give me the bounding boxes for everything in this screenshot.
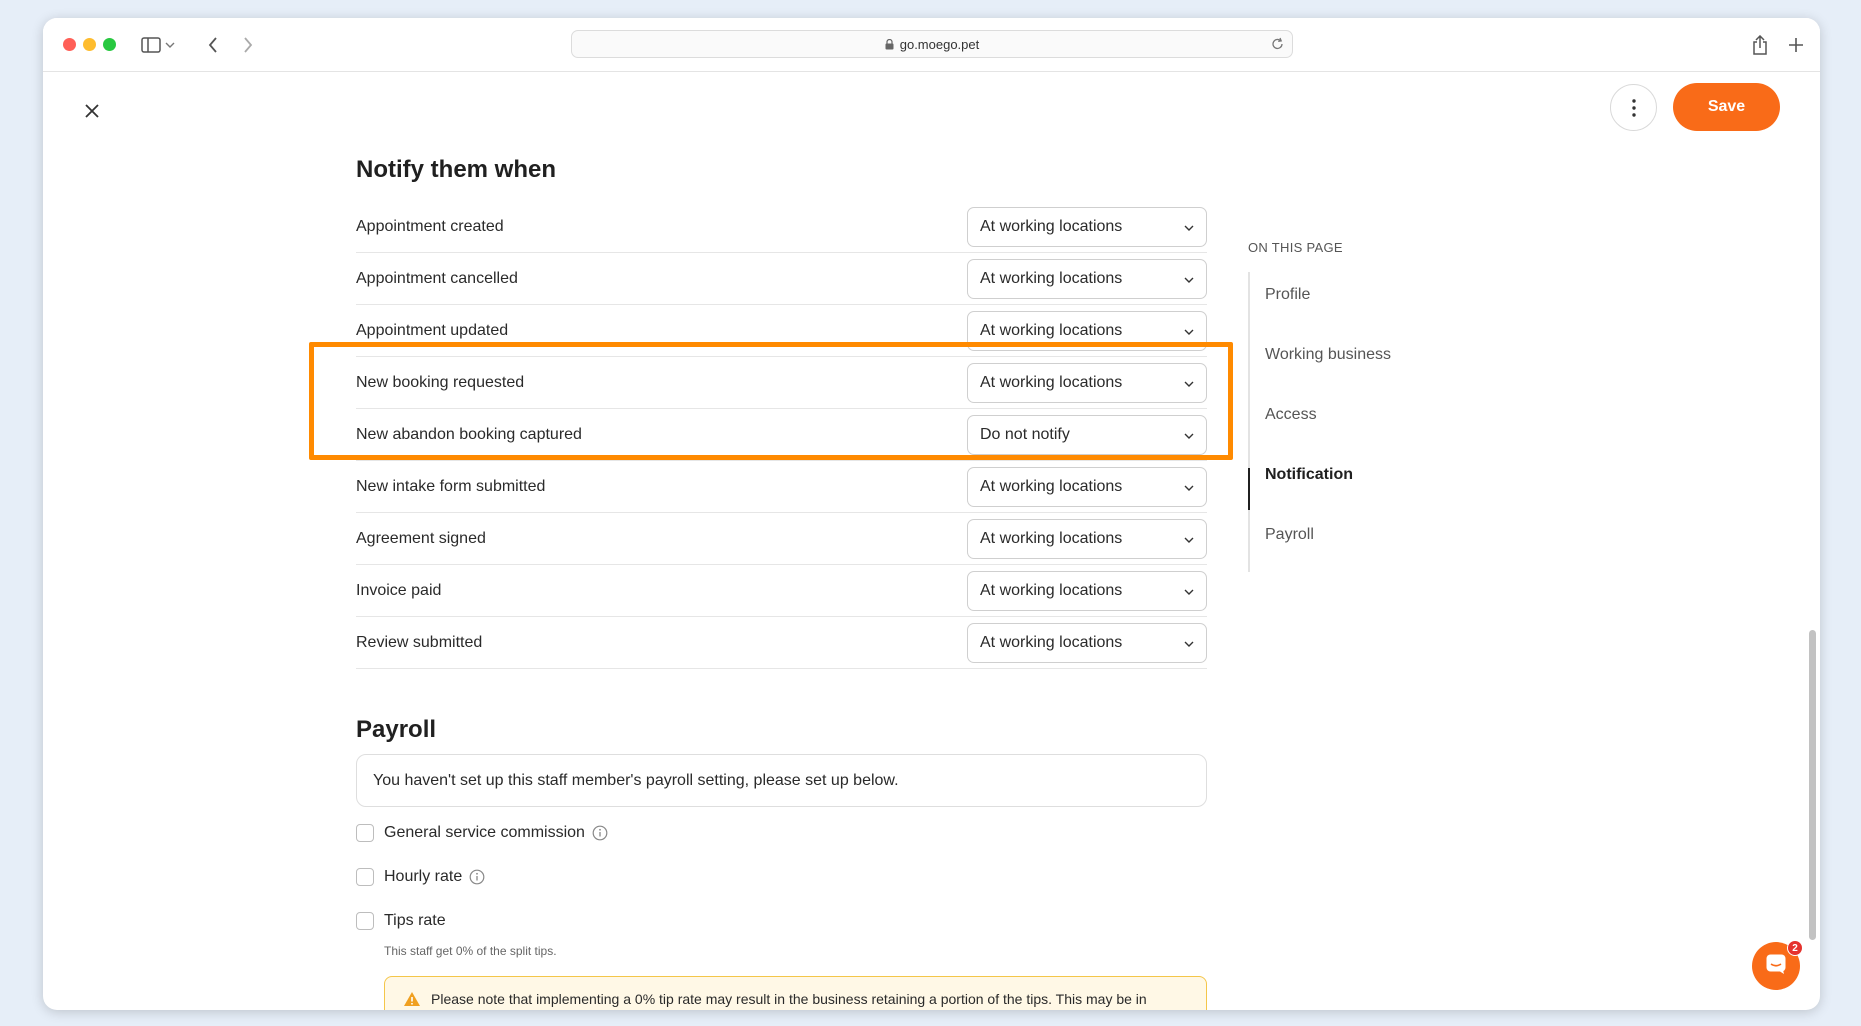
notify-select-value: At working locations	[980, 270, 1123, 287]
toc-track	[1248, 272, 1250, 572]
toc-item-access[interactable]: Access	[1265, 406, 1317, 424]
notify-row-label: Invoice paid	[356, 581, 442, 599]
notify-row-label: New booking requested	[356, 373, 525, 391]
notify-select-value: Do not notify	[980, 426, 1070, 443]
notify-select[interactable]: At working locations	[967, 623, 1207, 663]
scrollbar[interactable]	[1809, 630, 1816, 940]
hourly-rate-checkbox[interactable]	[356, 868, 374, 886]
toc-item-payroll[interactable]: Payroll	[1265, 526, 1314, 544]
save-button[interactable]: Save	[1673, 83, 1780, 131]
notify-select[interactable]: At working locations	[967, 467, 1207, 507]
notify-select[interactable]: At working locations	[967, 571, 1207, 611]
chevron-down-icon	[1184, 270, 1194, 288]
notify-row-review-submitted: Review submitted At working locations	[356, 617, 1207, 669]
notify-select-value: At working locations	[980, 374, 1123, 391]
forward-icon[interactable]	[236, 33, 260, 57]
address-bar[interactable]: go.moego.pet	[571, 30, 1293, 58]
more-options-button[interactable]	[1610, 84, 1657, 131]
chevron-down-icon[interactable]	[163, 33, 177, 57]
browser-toolbar: go.moego.pet	[43, 18, 1820, 72]
lock-icon	[885, 38, 894, 50]
check-label: General service commission	[384, 824, 585, 841]
warning-text: Please note that implementing a 0% tip r…	[431, 991, 1147, 1007]
notify-row-label: Appointment cancelled	[356, 269, 518, 287]
browser-window: go.moego.pet Save Notify them when Appoi…	[43, 18, 1820, 1010]
notify-select[interactable]: At working locations	[967, 519, 1207, 559]
hourly-rate-option[interactable]: Hourly rate	[356, 868, 485, 886]
zoom-window-icon[interactable]	[103, 38, 116, 51]
minimize-window-icon[interactable]	[83, 38, 96, 51]
toc-item-notification[interactable]: Notification	[1265, 466, 1353, 484]
notify-row-label: New abandon booking captured	[356, 425, 582, 443]
chevron-down-icon	[1184, 582, 1194, 600]
notify-row-label: Appointment updated	[356, 321, 509, 339]
check-label: Hourly rate	[384, 868, 463, 885]
notify-select-value: At working locations	[980, 478, 1123, 495]
reload-icon[interactable]	[1271, 37, 1284, 51]
chevron-down-icon	[1184, 634, 1194, 652]
notify-select-value: At working locations	[980, 530, 1123, 547]
sidebar-toggle-icon[interactable]	[139, 33, 163, 57]
notify-row-new-intake-form: New intake form submitted At working loc…	[356, 461, 1207, 513]
notify-row-appointment-updated: Appointment updated At working locations	[356, 305, 1207, 357]
info-icon[interactable]	[592, 825, 608, 841]
notify-row-new-abandon-booking: New abandon booking captured Do not noti…	[356, 409, 1207, 461]
general-service-commission-option[interactable]: General service commission	[356, 824, 608, 842]
tips-rate-option[interactable]: Tips rate	[356, 912, 446, 930]
toc-heading: ON THIS PAGE	[1248, 240, 1343, 255]
notify-select[interactable]: At working locations	[967, 363, 1207, 403]
payroll-section-title: Payroll	[356, 716, 437, 743]
notify-select[interactable]: Do not notify	[967, 415, 1207, 455]
payroll-notice: You haven't set up this staff member's p…	[356, 754, 1207, 807]
chevron-down-icon	[1184, 426, 1194, 444]
notify-row-label: Agreement signed	[356, 529, 486, 547]
close-icon[interactable]	[79, 98, 105, 124]
toc-active-indicator	[1248, 468, 1250, 510]
chevron-down-icon	[1184, 218, 1194, 236]
check-label: Tips rate	[384, 912, 446, 929]
tips-rate-checkbox[interactable]	[356, 912, 374, 930]
chat-unread-badge: 2	[1787, 940, 1803, 956]
chat-icon	[1765, 953, 1787, 980]
notify-row-invoice-paid: Invoice paid At working locations	[356, 565, 1207, 617]
notify-row-appointment-created: Appointment created At working locations	[356, 201, 1207, 253]
toc-item-profile[interactable]: Profile	[1265, 286, 1310, 304]
notify-select-value: At working locations	[980, 582, 1123, 599]
tips-warning: Please note that implementing a 0% tip r…	[384, 976, 1207, 1010]
notify-select[interactable]: At working locations	[967, 259, 1207, 299]
tips-rate-subtext: This staff get 0% of the split tips.	[384, 944, 557, 958]
share-icon[interactable]	[1748, 33, 1772, 57]
url-text: go.moego.pet	[899, 36, 980, 52]
notify-row-new-booking-requested: New booking requested At working locatio…	[356, 357, 1207, 409]
notify-row-label: Review submitted	[356, 633, 483, 651]
chevron-down-icon	[1184, 530, 1194, 548]
info-icon[interactable]	[469, 869, 485, 885]
general-service-commission-checkbox[interactable]	[356, 824, 374, 842]
tab-overview-icon[interactable]	[1819, 33, 1820, 57]
chevron-down-icon	[1184, 374, 1194, 392]
chevron-down-icon	[1184, 322, 1194, 340]
notify-row-appointment-cancelled: Appointment cancelled At working locatio…	[356, 253, 1207, 305]
notify-select[interactable]: At working locations	[967, 207, 1207, 247]
new-tab-icon[interactable]	[1784, 33, 1808, 57]
notify-row-agreement-signed: Agreement signed At working locations	[356, 513, 1207, 565]
close-window-icon[interactable]	[63, 38, 76, 51]
toc-item-working-business[interactable]: Working business	[1265, 346, 1391, 364]
notify-select-value: At working locations	[980, 218, 1123, 235]
warning-icon	[403, 991, 421, 1007]
notify-row-label: Appointment created	[356, 217, 504, 235]
notify-row-label: New intake form submitted	[356, 477, 546, 495]
notify-select[interactable]: At working locations	[967, 311, 1207, 351]
notify-select-value: At working locations	[980, 322, 1123, 339]
back-icon[interactable]	[201, 33, 225, 57]
chevron-down-icon	[1184, 478, 1194, 496]
notify-section-title: Notify them when	[356, 156, 557, 183]
notify-select-value: At working locations	[980, 634, 1123, 651]
